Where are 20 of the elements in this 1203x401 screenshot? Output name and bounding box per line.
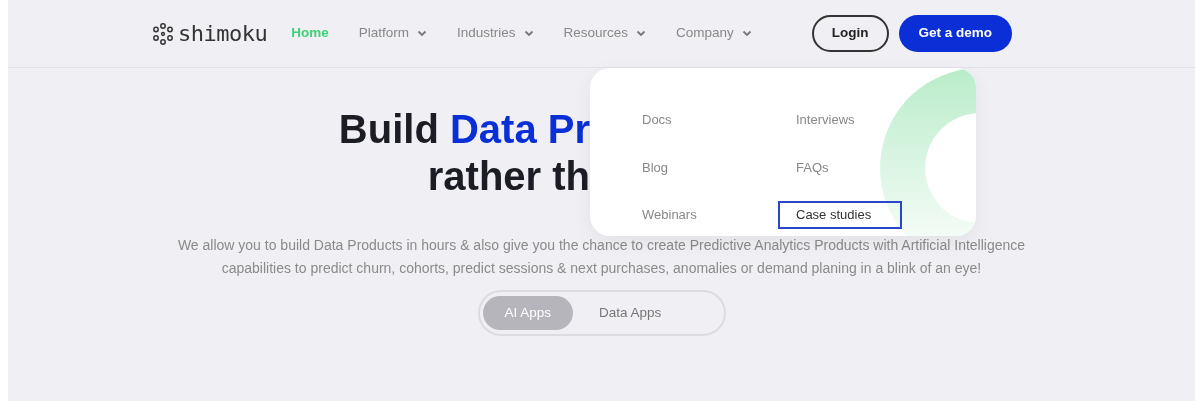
logo-text: shimoku (178, 20, 268, 48)
nav-link[interactable]: Resources (563, 23, 647, 44)
hero-title: Build (338, 107, 439, 151)
logo-icon (152, 22, 174, 45)
nav-link[interactable]: Industries (457, 23, 534, 44)
toggle-option[interactable]: Data Apps (577, 296, 684, 330)
menu-link[interactable]: Webinars (624, 201, 748, 229)
menu-link[interactable]: Docs (624, 106, 748, 134)
nav-link[interactable]: Company (676, 23, 752, 44)
menu-link[interactable]: Interviews (778, 106, 902, 134)
toggle-option[interactable]: AI Apps (482, 296, 574, 330)
menu-link[interactable]: Case studies (778, 201, 902, 229)
menu-link[interactable]: Blog (624, 153, 748, 181)
nav-link[interactable]: Platform (358, 23, 427, 44)
hero-title: rather th (427, 154, 590, 198)
hero-description: We allow you to build Data Products in hours & also give you the chance to create Predictive Analytics Products with Artificial Intelligence capabilities to predict churn, cohorts, predict sessions & next purchases, anomalies or demand planing in a blink of an eye! (176, 236, 1027, 278)
hero-title-highlight: Data Pr (449, 107, 590, 151)
login-button[interactable]: Login (811, 15, 889, 52)
menu-link[interactable]: FAQs (778, 153, 902, 181)
demo-button[interactable]: Get a demo (898, 15, 1013, 52)
